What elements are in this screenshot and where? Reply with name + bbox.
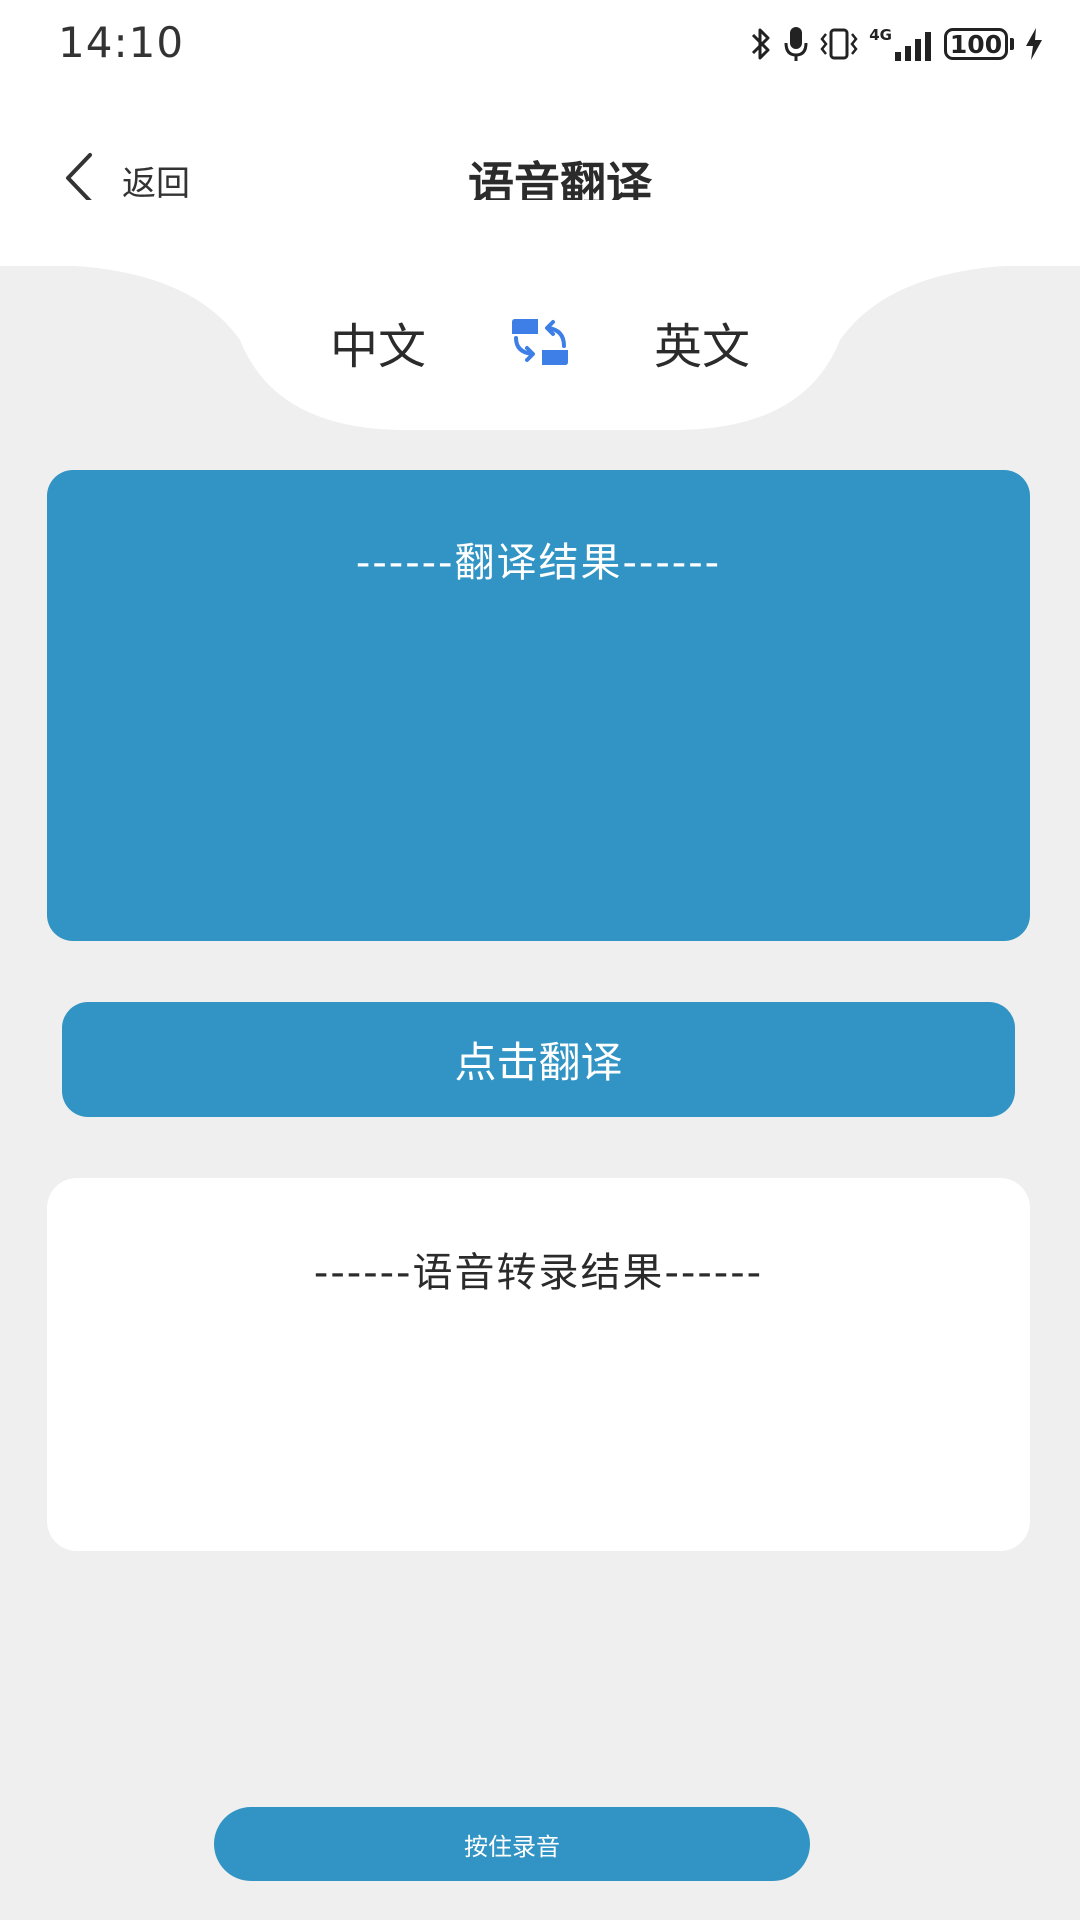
- battery-icon: 100: [944, 28, 1014, 60]
- language-selector: 中文 英文: [330, 302, 750, 382]
- translation-result-card: ------翻译结果------: [47, 470, 1030, 941]
- translation-result-title: ------翻译结果------: [355, 540, 722, 586]
- target-language[interactable]: 英文: [654, 307, 750, 377]
- bluetooth-icon: [749, 26, 773, 62]
- status-bar: 14:10 4G 100: [0, 0, 1080, 88]
- swap-languages-icon[interactable]: [508, 316, 572, 368]
- source-language[interactable]: 中文: [330, 307, 426, 377]
- header: 返回 语音翻译: [0, 120, 1080, 240]
- status-time: 14:10: [58, 18, 185, 67]
- transcript-result-title: ------语音转录结果------: [313, 1250, 764, 1296]
- transcript-result-card: ------语音转录结果------: [47, 1178, 1030, 1551]
- vibrate-icon: [819, 26, 859, 62]
- battery-tip: [1010, 38, 1014, 50]
- page-title: 语音翻译: [468, 157, 652, 211]
- charging-icon: [1024, 26, 1044, 62]
- hold-to-record-button[interactable]: 按住录音: [214, 1807, 810, 1881]
- translate-button[interactable]: 点击翻译: [62, 1002, 1015, 1117]
- status-icons: 4G 100: [749, 22, 1044, 66]
- network-type: 4G: [869, 26, 892, 44]
- signal-icon: 4G: [869, 26, 934, 62]
- battery-level: 100: [944, 28, 1008, 60]
- microphone-icon: [783, 25, 809, 63]
